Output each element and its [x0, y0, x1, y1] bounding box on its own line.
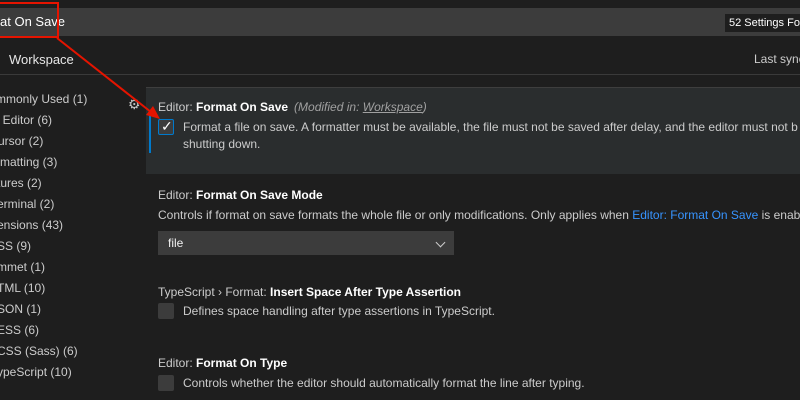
toc-item-label: ensions (43)	[0, 218, 64, 232]
check-icon: ✓	[161, 118, 173, 134]
annotation-highlight-box	[0, 2, 59, 38]
chevron-down-icon	[435, 237, 446, 248]
search-input[interactable]	[0, 8, 800, 36]
modified-scope-link[interactable]: Workspace	[363, 100, 423, 114]
setting-category: Editor:	[158, 100, 197, 114]
setting-title: Editor: Format On Save Mode	[158, 188, 323, 202]
desc-text: is enab	[758, 208, 800, 222]
setting-description: Controls whether the editor should autom…	[183, 376, 585, 390]
settings-count-badge: 52 Settings Fou	[725, 14, 800, 32]
toc-item-label: ursor (2)	[0, 134, 44, 148]
toc-item-label: rmatting (3)	[0, 155, 58, 169]
toc-item-label: SON (1)	[0, 302, 42, 316]
toc-item-label: SS (9)	[0, 239, 32, 253]
setting-title: Editor: Format On Type	[158, 356, 287, 370]
focus-indicator	[149, 115, 151, 153]
setting-description-cont: shutting down.	[183, 137, 261, 151]
toc-item-label: CSS (Sass) (6)	[0, 344, 78, 358]
insert-space-checkbox[interactable]	[158, 303, 174, 319]
toc-item-label: TML (10)	[0, 281, 46, 295]
toc-item-label: t Editor (6)	[0, 113, 53, 127]
format-on-type-checkbox[interactable]	[158, 375, 174, 391]
setting-category: TypeScript › Format:	[158, 285, 271, 299]
setting-category: Editor:	[158, 356, 197, 370]
gear-icon[interactable]: ⚙	[128, 97, 142, 111]
setting-title: TypeScript › Format: Insert Space After …	[158, 285, 461, 299]
toc-item-label: ypeScript (10)	[0, 365, 72, 379]
modified-prefix: (Modified in:	[294, 100, 363, 114]
setting-category: Editor:	[158, 188, 197, 202]
desc-text: Controls if format on save formats the w…	[158, 208, 633, 222]
setting-name: Insert Space After Type Assertion	[270, 285, 461, 299]
toc-item-label: tures (2)	[0, 176, 42, 190]
setting-description: Controls if format on save formats the w…	[158, 207, 800, 224]
modified-indicator: (Modified in: Workspace)	[294, 100, 427, 114]
setting-description: Defines space handling after type assert…	[183, 304, 495, 318]
setting-link[interactable]: Editor: Format On Save	[632, 208, 758, 222]
format-on-save-checkbox[interactable]: ✓	[158, 118, 174, 135]
setting-description: Format a file on save. A formatter must …	[183, 120, 798, 134]
scope-tabs	[0, 44, 800, 75]
toc-item-label: ESS (6)	[0, 323, 40, 337]
toc-item-label: erminal (2)	[0, 197, 55, 211]
setting-name: Format On Save Mode	[196, 188, 323, 202]
select-value: file	[168, 236, 184, 250]
format-on-save-mode-select[interactable]: file	[158, 231, 454, 255]
modified-suffix: )	[422, 100, 427, 114]
setting-title: Editor: Format On Save (Modified in: Work…	[158, 100, 427, 114]
last-synced-label: Last sync	[754, 52, 800, 66]
tab-workspace[interactable]: Workspace	[9, 52, 74, 67]
toc-item-label: mmonly Used (1)	[0, 92, 88, 106]
toc-item-label: mmet (1)	[0, 260, 45, 274]
setting-name: Format On Type	[196, 356, 288, 370]
setting-name: Format On Save	[196, 100, 289, 114]
